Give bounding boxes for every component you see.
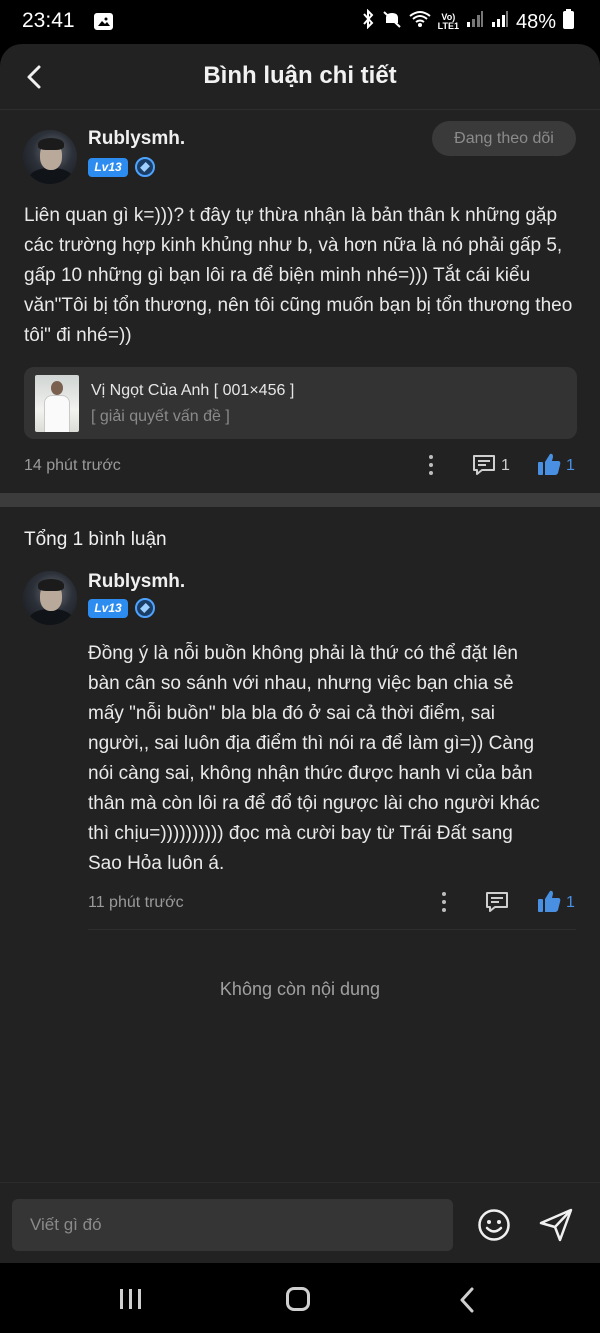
recent-apps-icon[interactable] <box>118 1287 144 1311</box>
avatar[interactable] <box>23 130 77 184</box>
avatar[interactable] <box>23 571 77 625</box>
post-content: Liên quan gì k=)))? t đây tự thừa nhận l… <box>24 205 573 346</box>
post-time: 14 phút trước <box>24 457 121 474</box>
story-title: Vị Ngọt Của Anh [ 001×456 ] <box>91 382 295 399</box>
gallery-icon <box>94 13 113 30</box>
follow-button[interactable]: Đang theo dõi <box>432 121 576 156</box>
story-thumbnail <box>35 375 79 432</box>
home-icon[interactable] <box>286 1287 310 1311</box>
header: Bình luận chi tiết <box>0 44 600 110</box>
post-username[interactable]: Rublysmh. <box>88 128 185 150</box>
status-time: 23:41 <box>22 9 75 32</box>
status-icons: Vo) LTE1 48% <box>361 8 574 35</box>
page-title: Bình luận chi tiết <box>203 62 397 89</box>
comment-input-bar <box>0 1182 600 1263</box>
mute-icon <box>382 9 402 35</box>
signal-icon-2 <box>491 10 509 34</box>
section-divider <box>0 493 600 507</box>
more-options-icon[interactable] <box>440 890 448 914</box>
status-bar: 23:41 Vo) LTE1 48% <box>0 0 600 44</box>
comment-username[interactable]: Rublysmh. <box>88 571 185 593</box>
signal-icon <box>466 10 484 34</box>
thumbs-up-icon[interactable] <box>537 889 562 914</box>
battery-percent: 48% <box>515 10 556 33</box>
comment-content: Đồng ý là nỗi buồn không phải là thứ có … <box>88 643 540 874</box>
comment-input[interactable] <box>12 1199 453 1251</box>
battery-icon <box>563 9 574 35</box>
comment-divider <box>88 929 576 930</box>
comment-icon[interactable] <box>472 453 496 477</box>
system-nav-bar <box>0 1263 600 1333</box>
wifi-icon <box>409 10 431 34</box>
medal-icon <box>135 598 155 618</box>
like-count: 1 <box>566 894 575 911</box>
system-back-icon[interactable] <box>458 1287 476 1313</box>
thumbs-up-icon[interactable] <box>537 452 562 477</box>
network-label: Vo) LTE1 <box>438 13 459 31</box>
send-icon[interactable] <box>538 1207 574 1243</box>
medal-icon <box>135 157 155 177</box>
level-badge: Lv13 <box>88 599 128 618</box>
bluetooth-icon <box>361 8 375 35</box>
linked-story-card[interactable]: Vị Ngọt Của Anh [ 001×456 ] [ giải quyết… <box>24 367 577 439</box>
comment-count: 1 <box>501 457 510 474</box>
more-options-icon[interactable] <box>427 453 435 477</box>
comment-time: 11 phút trước <box>88 894 184 911</box>
level-badge: Lv13 <box>88 158 128 177</box>
comments-total: Tổng 1 bình luận <box>24 529 167 550</box>
story-subtitle: [ giải quyết vấn đề ] <box>91 408 230 425</box>
app-screen: Bình luận chi tiết Rublysmh. Lv13 Đang t… <box>0 44 600 1263</box>
end-of-content: Không còn nội dung <box>219 979 381 999</box>
emoji-icon[interactable] <box>477 1208 511 1242</box>
reply-icon[interactable] <box>485 890 509 914</box>
like-count: 1 <box>566 457 575 474</box>
net-label-bottom: LTE1 <box>437 21 459 31</box>
